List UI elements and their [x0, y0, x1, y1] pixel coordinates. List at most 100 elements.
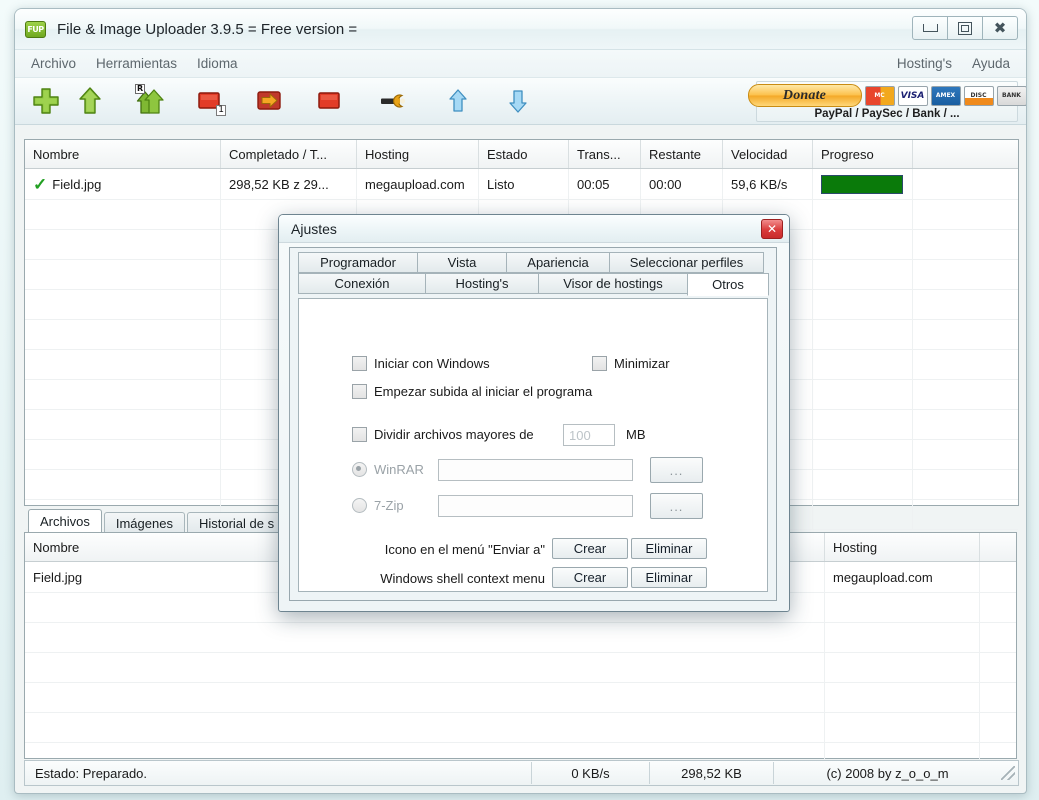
dialog-tab-vista[interactable]: Vista	[417, 252, 507, 273]
column-header-completado[interactable]: Completado / T...	[221, 140, 357, 168]
stop-one-button[interactable]: 1	[193, 84, 227, 118]
dialog-tab-programador[interactable]: Programador	[298, 252, 418, 273]
upload-button[interactable]	[73, 84, 107, 118]
radio-7zip[interactable]: 7-Zip	[352, 498, 404, 513]
checkbox-dividir-archivos[interactable]: Dividir archivos mayores de	[352, 427, 534, 442]
dialog-tabs-row-2: Conexión Hosting's Visor de hostings Otr…	[290, 273, 776, 296]
shell-delete-button[interactable]: Eliminar	[631, 567, 707, 588]
sevenzip-browse-button[interactable]: ...	[650, 493, 703, 519]
cell-completado: 298,52 KB z 29...	[221, 169, 357, 199]
tab-archivos[interactable]: Archivos	[28, 509, 102, 533]
radio-icon	[352, 498, 367, 513]
column-header-nombre[interactable]: Nombre	[25, 140, 221, 168]
radio-winrar[interactable]: WinRAR	[352, 462, 424, 477]
donate-button[interactable]: Donate	[747, 84, 862, 107]
cell-empty	[913, 470, 1018, 499]
cell-empty	[913, 260, 1018, 289]
column-header-file-extra[interactable]	[980, 533, 1016, 561]
tab-historial[interactable]: Historial de s	[186, 512, 287, 533]
cell-empty	[25, 200, 221, 229]
dialog-title: Ajustes	[291, 220, 337, 237]
table-row[interactable]: ✓ Field.jpg 298,52 KB z 29... megaupload…	[25, 169, 1018, 200]
cell-empty	[913, 380, 1018, 409]
checkbox-label: Dividir archivos mayores de	[374, 427, 534, 442]
menu-item-idioma[interactable]: Idioma	[187, 52, 248, 75]
column-header-hosting[interactable]: Hosting	[357, 140, 479, 168]
checkbox-empezar-subida[interactable]: Empezar subida al iniciar el programa	[352, 384, 592, 399]
add-files-button[interactable]	[29, 84, 63, 118]
window-title: File & Image Uploader 3.9.5 = Free versi…	[57, 20, 358, 38]
dialog-close-button[interactable]: ✕	[761, 219, 783, 239]
cell-empty	[813, 350, 913, 379]
table-row-empty	[25, 623, 1016, 653]
winrar-browse-button[interactable]: ...	[650, 457, 703, 483]
cell-empty	[25, 260, 221, 289]
dialog-tabs-row-1: Programador Vista Apariencia Seleccionar…	[290, 248, 776, 273]
table-row-empty	[25, 653, 1016, 683]
split-size-unit-label: MB	[626, 427, 646, 442]
menu-item-ayuda[interactable]: Ayuda	[962, 52, 1020, 75]
dialog-tab-seleccionar-perfiles[interactable]: Seleccionar perfiles	[609, 252, 764, 273]
checkbox-label: Empezar subida al iniciar el programa	[374, 384, 593, 399]
send-to-delete-button[interactable]: Eliminar	[631, 538, 707, 559]
split-size-input[interactable]: 100	[563, 424, 615, 446]
stop-all-button[interactable]	[313, 84, 347, 118]
column-header-file-hosting[interactable]: Hosting	[825, 533, 980, 561]
checkbox-label: Minimizar	[614, 356, 670, 371]
amex-icon: AMEX	[930, 85, 961, 106]
cell-empty	[25, 290, 221, 319]
files-table-empty-rows	[25, 593, 1016, 773]
dialog-tab-hostings[interactable]: Hosting's	[425, 273, 539, 294]
menu-item-hostings[interactable]: Hosting's	[887, 52, 962, 75]
green-plus-icon	[33, 88, 59, 114]
cell-empty	[25, 653, 825, 682]
discover-icon: DISC	[963, 85, 994, 106]
dialog-tab-page-otros: Iniciar con Windows Minimizar Empezar su…	[298, 298, 768, 592]
column-header-estado[interactable]: Estado	[479, 140, 569, 168]
shell-create-button[interactable]: Crear	[552, 567, 628, 588]
tab-imagenes[interactable]: Imágenes	[103, 512, 185, 533]
close-button[interactable]: ✖	[982, 16, 1018, 40]
next-button[interactable]	[253, 84, 287, 118]
status-size: 298,52 KB	[649, 762, 773, 784]
mastercard-icon: MC	[864, 85, 895, 106]
cell-empty	[813, 470, 913, 499]
orange-right-arrow-icon	[257, 91, 281, 110]
cell-empty	[813, 260, 913, 289]
column-header-restante[interactable]: Restante	[641, 140, 723, 168]
red-square-icon	[318, 92, 340, 109]
send-to-create-button[interactable]: Crear	[552, 538, 628, 559]
dialog-tab-otros[interactable]: Otros	[687, 273, 769, 296]
resize-grip-icon[interactable]	[1001, 766, 1015, 780]
menu-item-archivo[interactable]: Archivo	[21, 52, 86, 75]
cell-empty	[825, 683, 980, 712]
checkbox-minimizar[interactable]: Minimizar	[592, 356, 670, 371]
restore-button[interactable]	[947, 16, 983, 40]
cell-file-extra	[980, 562, 1016, 592]
column-header-progreso[interactable]: Progreso	[813, 140, 913, 168]
visa-icon: VISA	[897, 85, 928, 106]
cell-empty	[813, 380, 913, 409]
resume-badge: R	[135, 84, 146, 94]
dialog-tab-apariencia[interactable]: Apariencia	[506, 252, 610, 273]
move-up-button[interactable]	[441, 84, 475, 118]
menu-item-herramientas[interactable]: Herramientas	[86, 52, 187, 75]
dialog-tab-visor-de-hostings[interactable]: Visor de hostings	[538, 273, 688, 294]
upload-resume-button[interactable]: R	[133, 84, 167, 118]
upload-list-header: Nombre Completado / T... Hosting Estado …	[25, 140, 1018, 169]
minimize-button[interactable]	[912, 16, 948, 40]
cell-empty	[25, 623, 825, 652]
move-down-button[interactable]	[501, 84, 535, 118]
column-header-extra[interactable]	[913, 140, 1018, 168]
settings-button[interactable]	[377, 84, 411, 118]
winrar-path-input[interactable]	[438, 459, 633, 481]
checkbox-iniciar-con-windows[interactable]: Iniciar con Windows	[352, 356, 490, 371]
blue-down-arrow-icon	[509, 90, 527, 113]
sevenzip-path-input[interactable]	[438, 495, 633, 517]
column-header-trans[interactable]: Trans...	[569, 140, 641, 168]
cell-progreso	[813, 169, 913, 199]
cell-empty	[25, 230, 221, 259]
status-speed: 0 KB/s	[531, 762, 649, 784]
column-header-velocidad[interactable]: Velocidad	[723, 140, 813, 168]
dialog-tab-conexion[interactable]: Conexión	[298, 273, 426, 294]
